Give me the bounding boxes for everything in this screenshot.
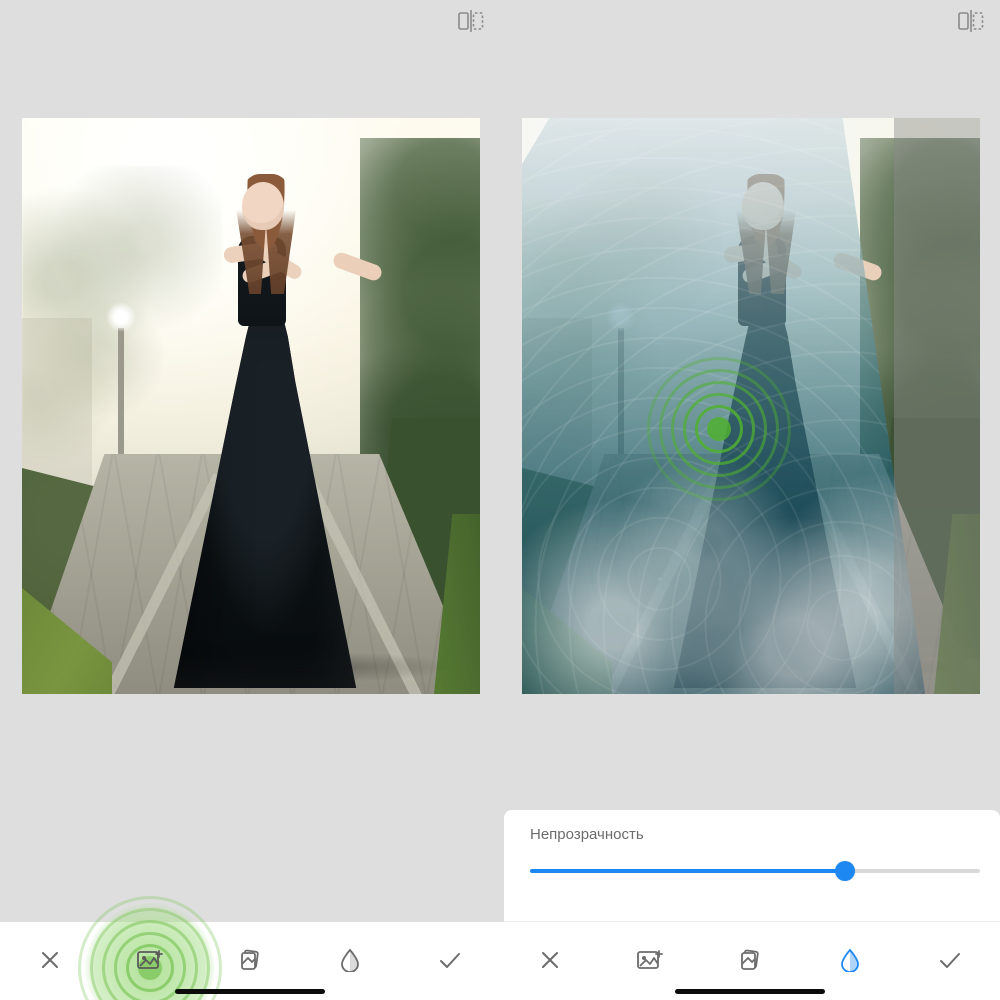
bottom-toolbar xyxy=(0,922,500,1000)
opacity-slider-panel: Непрозрачность xyxy=(504,810,1000,922)
confirm-button[interactable] xyxy=(928,938,972,982)
add-image-button[interactable] xyxy=(628,938,672,982)
overlay-transform-edge xyxy=(894,118,980,694)
opacity-button[interactable] xyxy=(328,938,372,982)
cancel-button[interactable] xyxy=(28,938,72,982)
confirm-button[interactable] xyxy=(428,938,472,982)
blend-styles-button[interactable] xyxy=(228,938,272,982)
screen-before xyxy=(0,0,500,1000)
opacity-slider-thumb[interactable] xyxy=(835,861,855,881)
opacity-slider[interactable] xyxy=(530,869,980,873)
compare-button[interactable] xyxy=(956,6,986,36)
photo-canvas[interactable] xyxy=(522,118,980,694)
opacity-button[interactable] xyxy=(828,938,872,982)
home-indicator xyxy=(175,989,325,994)
bottom-toolbar xyxy=(500,922,1000,1000)
cancel-button[interactable] xyxy=(528,938,572,982)
screen-after: Непрозрачность xyxy=(500,0,1000,1000)
blend-styles-button[interactable] xyxy=(728,938,772,982)
opacity-slider-label: Непрозрачность xyxy=(530,826,980,843)
compare-button[interactable] xyxy=(456,6,486,36)
photo-canvas[interactable] xyxy=(22,118,480,694)
add-image-button[interactable] xyxy=(128,938,172,982)
home-indicator xyxy=(675,989,825,994)
